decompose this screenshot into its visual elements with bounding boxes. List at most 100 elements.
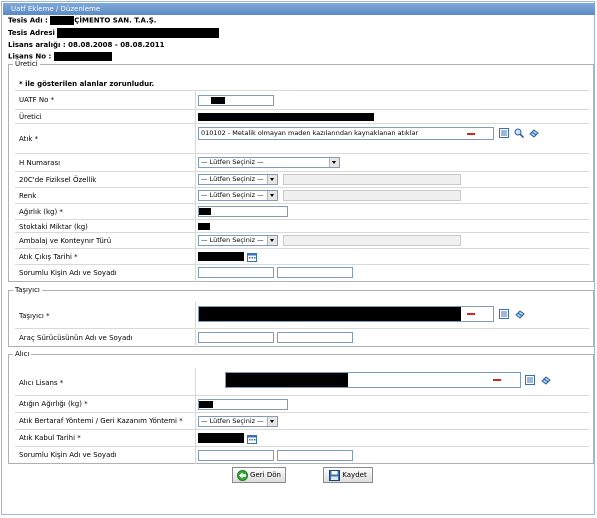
- physical-other-input: [283, 174, 461, 185]
- remove-icon[interactable]: [467, 133, 475, 135]
- back-button-label: Geri Dön: [250, 471, 281, 479]
- accept-date-row: Atık Kabul Tarihi *: [15, 430, 589, 447]
- accept-date-input[interactable]: [198, 433, 244, 443]
- chevron-down-icon: [329, 158, 339, 167]
- carrier-legend: Taşıyıcı: [15, 286, 40, 294]
- weight-input[interactable]: [198, 206, 288, 217]
- facility-address: Tesis Adresi: [8, 28, 220, 38]
- driver-last-name-input[interactable]: [277, 332, 353, 343]
- stock-row: Stoktaki Miktar (kg): [15, 220, 589, 233]
- facility-name-value: ÇİMENTO SAN. T.A.Ş.: [74, 16, 157, 25]
- receiver-responsible-first-name-input[interactable]: [198, 450, 274, 461]
- redacted-block: [199, 208, 211, 215]
- receiver-responsible-row: Sorumlu Kişin Adı ve Soyadı: [15, 447, 589, 464]
- received-weight-input[interactable]: [198, 399, 288, 410]
- eraser-icon[interactable]: [541, 375, 551, 385]
- packaging-other-input: [283, 235, 461, 246]
- license-range-label: Lisans aralığı :: [8, 41, 66, 49]
- color-label: Renk: [19, 192, 37, 200]
- receiver-responsible-label: Sorumlu Kişin Adı ve Soyadı: [19, 451, 117, 459]
- received-weight-label: Atığın Ağırlığı (kg) *: [19, 400, 88, 408]
- save-button-label: Kaydet: [342, 471, 367, 479]
- physical-select[interactable]: — Lütfen Seçiniz —: [198, 174, 278, 185]
- receiver-license-row: Alıcı Lisans *: [15, 368, 589, 396]
- list-icon[interactable]: [499, 309, 509, 319]
- weight-label: Ağırlık (kg) *: [19, 208, 63, 216]
- disposal-row: Atık Bertaraf Yöntemi / Geri Kazanım Yön…: [15, 413, 589, 430]
- receiver-responsible-last-name-input[interactable]: [277, 450, 353, 461]
- weight-row: Ağırlık (kg) *: [15, 204, 589, 220]
- uatf-no-row: UATF No *: [15, 91, 589, 110]
- facility-name: Tesis Adı : ÇİMENTO SAN. T.A.Ş.: [8, 16, 156, 25]
- license-range: Lisans aralığı : 08.08.2008 - 08.08.2011: [8, 41, 164, 49]
- physical-select-value: — Lütfen Seçiniz —: [201, 175, 264, 183]
- h-number-select[interactable]: — Lütfen Seçiniz —: [198, 157, 340, 168]
- redacted-block: [211, 97, 225, 104]
- color-other-input: [283, 190, 461, 201]
- required-note-row: * ile gösterilen alanlar zorunludur.: [15, 78, 589, 91]
- remove-icon[interactable]: [467, 313, 475, 315]
- receiver-section: Alıcı Alıcı Lisans * Atığın Ağırlığı (kg…: [8, 350, 594, 464]
- calendar-icon[interactable]: [247, 434, 257, 444]
- stock-label: Stoktaki Miktar (kg): [19, 223, 88, 231]
- required-note: * ile gösterilen alanlar zorunludur.: [19, 80, 155, 88]
- disposal-select-value: — Lütfen Seçiniz —: [201, 417, 264, 425]
- h-number-row: H Numarası — Lütfen Seçiniz —: [15, 154, 589, 172]
- physical-row: 20C'de Fiziksel Özellik — Lütfen Seçiniz…: [15, 172, 589, 188]
- facility-address-label: Tesis Adresi: [8, 29, 55, 37]
- exit-date-label: Atık Çıkış Tarihi *: [19, 253, 78, 261]
- list-icon[interactable]: [499, 128, 509, 138]
- producer-section: Üretici * ile gösterilen alanlar zorunlu…: [8, 60, 594, 282]
- receiver-legend: Alıcı: [15, 350, 30, 358]
- redacted-block: [50, 16, 75, 25]
- producer-label: Üretici: [19, 113, 42, 121]
- disposal-select[interactable]: — Lütfen Seçiniz —: [198, 416, 278, 427]
- exit-date-row: Atık Çıkış Tarihi *: [15, 249, 589, 265]
- redacted-block: [198, 223, 210, 230]
- carrier-section: Taşıyıcı Taşıyıcı * Araç Sürücüsünün Adı…: [8, 286, 594, 347]
- eraser-icon[interactable]: [515, 309, 525, 319]
- carrier-label: Taşıyıcı *: [19, 312, 50, 320]
- window-title: Uatf Ekleme / Düzenleme: [3, 3, 595, 15]
- save-button[interactable]: Kaydet: [323, 467, 373, 483]
- chevron-down-icon: [267, 191, 277, 200]
- redacted-block: [226, 373, 348, 387]
- receiver-license-label: Alıcı Lisans *: [19, 379, 64, 387]
- back-button[interactable]: Geri Dön: [232, 467, 286, 483]
- exit-date-input[interactable]: [198, 252, 244, 261]
- waste-value: 010102 - Metalik olmayan maden kazıların…: [201, 129, 419, 137]
- color-select[interactable]: — Lütfen Seçiniz —: [198, 190, 278, 201]
- packaging-select-value: — Lütfen Seçiniz —: [201, 236, 264, 244]
- eraser-icon[interactable]: [529, 128, 539, 138]
- redacted-block: [198, 113, 374, 121]
- packaging-select[interactable]: — Lütfen Seçiniz —: [198, 235, 278, 246]
- facility-name-label: Tesis Adı :: [8, 16, 48, 25]
- h-number-label: H Numarası: [19, 159, 61, 167]
- remove-icon[interactable]: [493, 379, 501, 381]
- list-icon[interactable]: [525, 375, 535, 385]
- color-select-value: — Lütfen Seçiniz —: [201, 191, 264, 199]
- back-arrow-icon: [237, 469, 249, 481]
- responsible-last-name-input[interactable]: [277, 267, 353, 278]
- uatf-no-input[interactable]: [198, 95, 274, 106]
- h-number-select-value: — Lütfen Seçiniz —: [201, 158, 264, 166]
- driver-first-name-input[interactable]: [198, 332, 274, 343]
- chevron-down-icon: [267, 236, 277, 245]
- producer-legend: Üretici: [15, 60, 38, 68]
- physical-label: 20C'de Fiziksel Özellik: [19, 176, 97, 184]
- chevron-down-icon: [267, 175, 277, 184]
- waste-display: 010102 - Metalik olmayan maden kazıların…: [198, 127, 494, 140]
- floppy-icon: [329, 469, 341, 481]
- accept-date-label: Atık Kabul Tarihi *: [19, 434, 81, 442]
- waste-label: Atık *: [19, 135, 39, 143]
- uatf-no-label: UATF No *: [19, 96, 55, 104]
- color-row: Renk — Lütfen Seçiniz —: [15, 188, 589, 204]
- calendar-icon[interactable]: [247, 252, 257, 262]
- responsible-label: Sorumlu Kişin Adı ve Soyadı: [19, 269, 117, 277]
- responsible-first-name-input[interactable]: [198, 267, 274, 278]
- driver-label: Araç Sürücüsünün Adı ve Soyadı: [19, 334, 133, 342]
- disposal-label: Atık Bertaraf Yöntemi / Geri Kazanım Yön…: [19, 417, 183, 425]
- search-icon[interactable]: [514, 128, 524, 138]
- waste-row: Atık * 010102 - Metalik olmayan maden ka…: [15, 124, 589, 154]
- received-weight-row: Atığın Ağırlığı (kg) *: [15, 396, 589, 413]
